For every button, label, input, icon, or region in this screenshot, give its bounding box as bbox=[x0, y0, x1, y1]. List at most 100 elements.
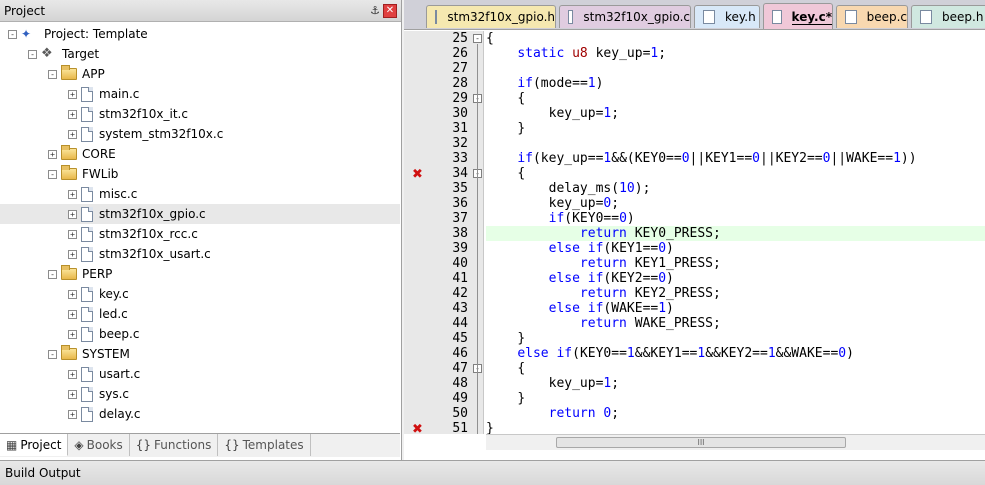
expand-icon[interactable]: + bbox=[68, 409, 77, 419]
expand-icon[interactable]: + bbox=[68, 329, 77, 339]
editor-tab[interactable]: stm32f10x_gpio.h bbox=[426, 5, 556, 28]
error-marker-icon[interactable]: ✖ bbox=[412, 167, 423, 182]
tree-file-item[interactable]: + sys.c bbox=[0, 384, 400, 404]
tree-item-label: main.c bbox=[99, 87, 140, 101]
editor-tab[interactable]: beep.c bbox=[836, 5, 908, 28]
expand-icon[interactable]: + bbox=[68, 389, 77, 399]
tree-file-item[interactable]: + stm32f10x_gpio.c bbox=[0, 204, 400, 224]
line-number: 37 bbox=[452, 211, 468, 226]
collapse-icon[interactable]: - bbox=[48, 269, 57, 279]
horizontal-scrollbar[interactable]: III bbox=[486, 434, 985, 450]
tree-file-item[interactable]: + usart.c bbox=[0, 364, 400, 384]
code-line[interactable]: return 0; bbox=[486, 406, 985, 421]
code-line[interactable]: if(key_up==1&&(KEY0==0||KEY1==0||KEY2==0… bbox=[486, 151, 985, 166]
tab-templates[interactable]: {} Templates bbox=[218, 434, 311, 456]
code-line[interactable]: return KEY1_PRESS; bbox=[486, 256, 985, 271]
line-number: 40 bbox=[452, 256, 468, 271]
expand-icon[interactable]: + bbox=[68, 209, 77, 219]
code-line[interactable]: return WAKE_PRESS; bbox=[486, 316, 985, 331]
close-icon[interactable]: ✕ bbox=[383, 3, 397, 18]
expand-icon[interactable]: + bbox=[68, 369, 77, 379]
editor-tab[interactable]: key.h bbox=[694, 5, 760, 28]
fold-toggle-icon[interactable]: - bbox=[473, 34, 482, 43]
expand-icon[interactable]: + bbox=[68, 89, 77, 99]
code-line[interactable]: return KEY0_PRESS; bbox=[486, 226, 985, 241]
tab-books[interactable]: ◈ Books bbox=[68, 434, 130, 456]
editor-tab[interactable]: stm32f10x_gpio.c bbox=[559, 5, 691, 28]
line-number: 35 bbox=[452, 181, 468, 196]
tree-file-item[interactable]: + system_stm32f10x.c bbox=[0, 124, 400, 144]
error-marker-icon[interactable]: ✖ bbox=[412, 422, 423, 437]
file-icon bbox=[845, 10, 857, 24]
collapse-icon[interactable]: - bbox=[48, 349, 57, 359]
tree-file-item[interactable]: + stm32f10x_it.c bbox=[0, 104, 400, 124]
expand-icon[interactable]: + bbox=[68, 289, 77, 299]
tree-file-item[interactable]: + misc.c bbox=[0, 184, 400, 204]
tree-file-item[interactable]: + main.c bbox=[0, 84, 400, 104]
tree-file-item[interactable]: + beep.c bbox=[0, 324, 400, 344]
expand-icon[interactable]: + bbox=[68, 309, 77, 319]
tree-file-item[interactable]: + stm32f10x_usart.c bbox=[0, 244, 400, 264]
line-number: 25 bbox=[452, 31, 468, 46]
code-line[interactable]: else if(KEY1==0) bbox=[486, 241, 985, 256]
tree-file-item[interactable]: + led.c bbox=[0, 304, 400, 324]
code-line[interactable]: } bbox=[486, 391, 985, 406]
collapse-icon[interactable]: - bbox=[48, 69, 57, 79]
tree-file-item[interactable]: + delay.c bbox=[0, 404, 400, 424]
file-icon bbox=[81, 246, 93, 262]
code-line[interactable]: { bbox=[486, 31, 985, 46]
tree-item-label: Target bbox=[62, 47, 100, 61]
code-line[interactable]: return KEY2_PRESS; bbox=[486, 286, 985, 301]
tree-group-item[interactable]: - APP bbox=[0, 64, 400, 84]
code-line[interactable]: { bbox=[486, 166, 985, 181]
code-line[interactable]: key_up=1; bbox=[486, 376, 985, 391]
code-line[interactable]: if(mode==1) bbox=[486, 76, 985, 91]
code-line[interactable]: { bbox=[486, 361, 985, 376]
tree-group-item[interactable]: - SYSTEM bbox=[0, 344, 400, 364]
expand-icon[interactable]: + bbox=[68, 129, 77, 139]
tree-group-item[interactable]: - FWLib bbox=[0, 164, 400, 184]
code-line[interactable] bbox=[486, 61, 985, 76]
expand-icon[interactable]: + bbox=[68, 189, 77, 199]
line-number: 50 bbox=[452, 406, 468, 421]
pin-icon[interactable]: ⚓ bbox=[367, 3, 383, 19]
line-number: 32 bbox=[452, 136, 468, 151]
tree-group-item[interactable]: - PERP bbox=[0, 264, 400, 284]
collapse-icon[interactable]: - bbox=[8, 29, 17, 39]
editor-tab[interactable]: beep.h bbox=[911, 5, 985, 28]
code-line[interactable]: if(KEY0==0) bbox=[486, 211, 985, 226]
tab-label: Project bbox=[20, 437, 62, 452]
tab-project[interactable]: ▦ Project bbox=[0, 434, 69, 456]
collapse-icon[interactable]: - bbox=[48, 169, 57, 179]
expand-icon[interactable]: + bbox=[68, 249, 77, 259]
tree-group-item[interactable]: + CORE bbox=[0, 144, 400, 164]
code-line[interactable]: key_up=0; bbox=[486, 196, 985, 211]
code-line[interactable]: } bbox=[486, 421, 985, 434]
tree-group-item[interactable]: - ❖ Target bbox=[0, 44, 400, 64]
code-line[interactable]: { bbox=[486, 91, 985, 106]
line-number: 45 bbox=[452, 331, 468, 346]
code-line[interactable]: static u8 key_up=1; bbox=[486, 46, 985, 61]
tree-file-item[interactable]: + key.c bbox=[0, 284, 400, 304]
expand-icon[interactable]: + bbox=[68, 109, 77, 119]
code-line[interactable]: } bbox=[486, 331, 985, 346]
tree-file-item[interactable]: + stm32f10x_rcc.c bbox=[0, 224, 400, 244]
tree-group-item[interactable]: - ✦ Project: Template bbox=[0, 24, 400, 44]
code-line[interactable]: } bbox=[486, 121, 985, 136]
code-line[interactable]: else if(KEY0==1&&KEY1==1&&KEY2==1&&WAKE=… bbox=[486, 346, 985, 361]
editor-tab[interactable]: key.c* bbox=[763, 3, 833, 29]
project-tree: - ✦ Project: Template - ❖ Target - APP + main.c + s… bbox=[0, 24, 400, 432]
expand-icon[interactable]: + bbox=[48, 149, 57, 159]
code-line[interactable]: else if(KEY2==0) bbox=[486, 271, 985, 286]
code-area[interactable]: { static u8 key_up=1; if(mode==1) { key_… bbox=[486, 31, 985, 434]
scrollbar-thumb[interactable]: III bbox=[556, 437, 846, 448]
expand-icon[interactable]: + bbox=[68, 229, 77, 239]
collapse-icon[interactable]: - bbox=[28, 49, 37, 59]
tree-item-label: beep.c bbox=[99, 327, 140, 341]
code-line[interactable]: else if(WAKE==1) bbox=[486, 301, 985, 316]
code-line[interactable]: key_up=1; bbox=[486, 106, 985, 121]
code-line[interactable] bbox=[486, 136, 985, 151]
code-line[interactable]: delay_ms(10); bbox=[486, 181, 985, 196]
tree-item-label: SYSTEM bbox=[82, 347, 130, 361]
tab-functions[interactable]: {} Functions bbox=[130, 434, 219, 456]
